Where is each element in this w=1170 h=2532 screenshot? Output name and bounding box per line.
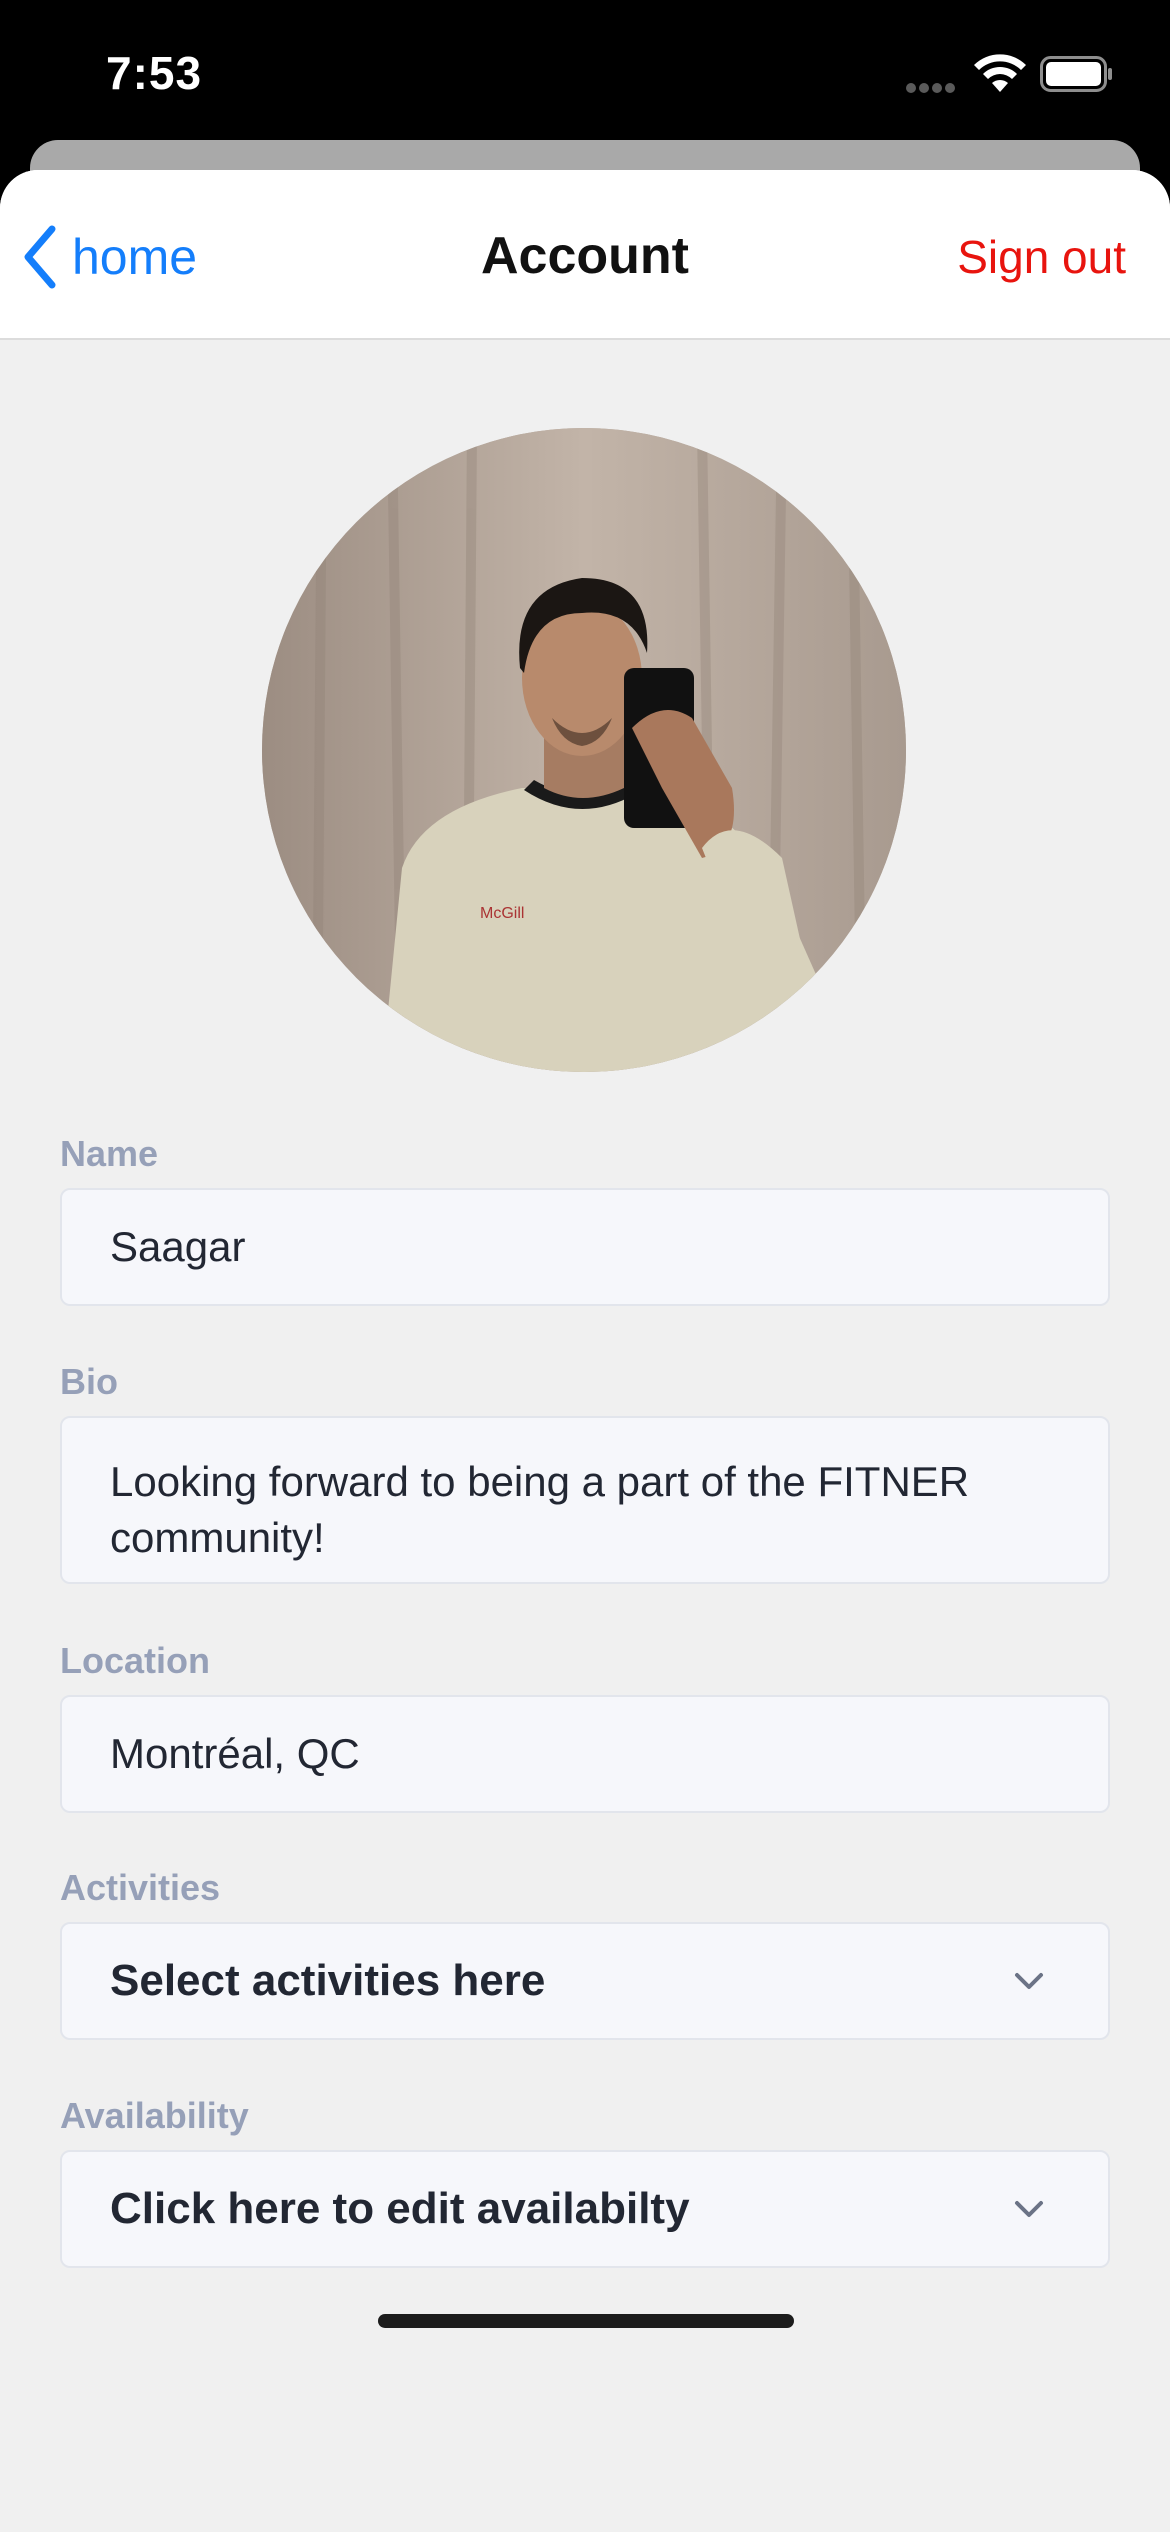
activities-label: Activities: [60, 1867, 221, 1908]
activities-dropdown[interactable]: Select activities here: [60, 1922, 1110, 2040]
name-value: Saagar: [110, 1223, 246, 1270]
availability-dropdown[interactable]: Click here to edit availabilty: [60, 2150, 1110, 2268]
availability-value: Click here to edit availabilty: [110, 2184, 690, 2233]
availability-label: Availability: [60, 2095, 249, 2136]
activities-value: Select activities here: [110, 1956, 546, 2005]
avatar[interactable]: McGill: [262, 428, 906, 1072]
location-field[interactable]: Montréal, QC: [60, 1695, 1110, 1813]
bio-label: Bio: [60, 1361, 118, 1402]
chevron-down-icon: [1015, 1973, 1043, 1989]
bio-field[interactable]: Looking forward to being a part of the F…: [60, 1416, 1110, 1584]
bio-value: Looking forward to being a part of the F…: [110, 1458, 970, 1561]
battery-icon: [1040, 56, 1112, 92]
location-value: Montréal, QC: [110, 1730, 360, 1777]
svg-text:McGill: McGill: [480, 905, 524, 922]
status-bar: 7:53: [0, 0, 1170, 150]
home-indicator[interactable]: [378, 2314, 794, 2328]
wifi-icon: [974, 54, 1026, 92]
chevron-down-icon: [1015, 2201, 1043, 2217]
name-label: Name: [60, 1133, 159, 1174]
sign-out-button[interactable]: Sign out: [957, 230, 1126, 284]
navigation-bar: home Account Sign out: [0, 170, 1170, 340]
location-label: Location: [60, 1640, 210, 1681]
cellular-icon: [906, 80, 958, 98]
status-time: 7:53: [106, 47, 203, 99]
account-sheet: home Account Sign out McGill Name Saagar…: [0, 170, 1170, 2532]
name-field[interactable]: Saagar: [60, 1188, 1110, 1306]
profile-photo: McGill: [262, 428, 906, 1072]
